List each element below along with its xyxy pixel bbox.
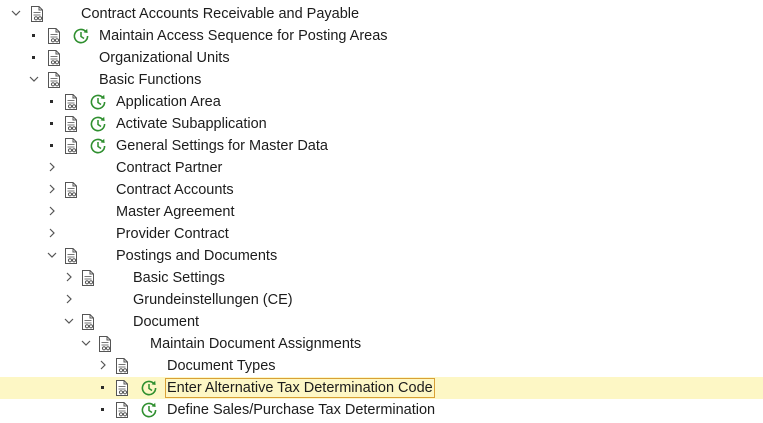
tree-node-label: Contract Accounts Receivable and Payable [81,6,360,22]
tree-node-label: Provider Contract [116,226,229,242]
tree-node-contract-accounts-sub[interactable]: Contract Accounts [0,179,763,201]
documentation-icon[interactable] [46,49,62,67]
chevron-right-icon[interactable] [46,160,58,174]
tree-node-label: Organizational Units [99,50,230,66]
documentation-icon[interactable] [46,27,62,45]
tree-node-define-sales-purchase-tax[interactable]: Define Sales/Purchase Tax Determination [0,399,763,421]
tree-node-activate-subapplication[interactable]: Activate Subapplication [0,113,763,135]
tree-node-label: Basic Functions [99,72,202,88]
documentation-icon[interactable] [29,5,45,23]
documentation-icon[interactable] [46,71,62,89]
execute-clock-icon[interactable] [140,401,158,419]
chevron-down-icon[interactable] [28,72,40,86]
documentation-icon[interactable] [80,269,96,287]
bullet-icon [50,100,53,103]
chevron-right-icon[interactable] [97,358,109,372]
execute-clock-icon[interactable] [89,115,107,133]
tree-node-basic-settings[interactable]: Basic Settings [0,267,763,289]
execute-clock-icon[interactable] [72,27,90,45]
tree-node-label: Enter Alternative Tax Determination Code [165,378,435,398]
chevron-down-icon[interactable] [46,248,58,262]
bullet-icon [101,386,104,389]
documentation-icon[interactable] [63,181,79,199]
tree-node-label: General Settings for Master Data [116,138,328,154]
tree-node-postings-and-documents[interactable]: Postings and Documents [0,245,763,267]
execute-clock-icon[interactable] [89,93,107,111]
tree-node-label: Contract Partner [116,160,223,176]
tree-node-enter-alternative-tax-code[interactable]: Enter Alternative Tax Determination Code [0,377,763,399]
tree-node-label: Document Types [167,358,276,374]
tree-node-label: Activate Subapplication [116,116,267,132]
chevron-down-icon[interactable] [80,336,92,350]
tree-node-master-agreement[interactable]: Master Agreement [0,201,763,223]
documentation-icon[interactable] [63,247,79,265]
chevron-right-icon[interactable] [63,292,75,306]
tree-node-label: Contract Accounts [116,182,234,198]
tree-node-label: Grundeinstellungen (CE) [133,292,293,308]
tree-node-basic-functions[interactable]: Basic Functions [0,69,763,91]
bullet-icon [50,122,53,125]
chevron-right-icon[interactable] [46,226,58,240]
documentation-icon[interactable] [114,357,130,375]
tree-node-contract-accounts[interactable]: Contract Accounts Receivable and Payable [0,3,763,25]
tree-node-label: Postings and Documents [116,248,278,264]
documentation-icon[interactable] [114,401,130,419]
tree-node-organizational-units[interactable]: Organizational Units [0,47,763,69]
tree-node-application-area[interactable]: Application Area [0,91,763,113]
documentation-icon[interactable] [80,313,96,331]
tree-node-provider-contract[interactable]: Provider Contract [0,223,763,245]
tree-node-document-types[interactable]: Document Types [0,355,763,377]
img-tree: Contract Accounts Receivable and Payable… [0,0,763,420]
bullet-icon [32,56,35,59]
chevron-right-icon[interactable] [46,182,58,196]
bullet-icon [32,34,35,37]
chevron-right-icon[interactable] [46,204,58,218]
tree-node-maintain-document-assignments[interactable]: Maintain Document Assignments [0,333,763,355]
execute-clock-icon[interactable] [140,379,158,397]
tree-node-label: Maintain Document Assignments [150,336,362,352]
documentation-icon[interactable] [63,137,79,155]
tree-node-label: Master Agreement [116,204,235,220]
documentation-icon[interactable] [63,93,79,111]
tree-node-label: Document [133,314,200,330]
tree-node-label: Define Sales/Purchase Tax Determination [167,402,436,418]
documentation-icon[interactable] [63,115,79,133]
tree-node-label: Application Area [116,94,221,110]
tree-node-contract-partner[interactable]: Contract Partner [0,157,763,179]
tree-node-maintain-access-sequence[interactable]: Maintain Access Sequence for Posting Are… [0,25,763,47]
documentation-icon[interactable] [114,379,130,397]
tree-node-general-settings-master-data[interactable]: General Settings for Master Data [0,135,763,157]
bullet-icon [101,408,104,411]
tree-node-document[interactable]: Document [0,311,763,333]
tree-node-label: Basic Settings [133,270,225,286]
tree-node-label: Maintain Access Sequence for Posting Are… [99,28,388,44]
bullet-icon [50,144,53,147]
chevron-right-icon[interactable] [63,270,75,284]
chevron-down-icon[interactable] [10,6,22,20]
execute-clock-icon[interactable] [89,137,107,155]
documentation-icon[interactable] [97,335,113,353]
chevron-down-icon[interactable] [63,314,75,328]
tree-node-grundeinstellungen[interactable]: Grundeinstellungen (CE) [0,289,763,311]
